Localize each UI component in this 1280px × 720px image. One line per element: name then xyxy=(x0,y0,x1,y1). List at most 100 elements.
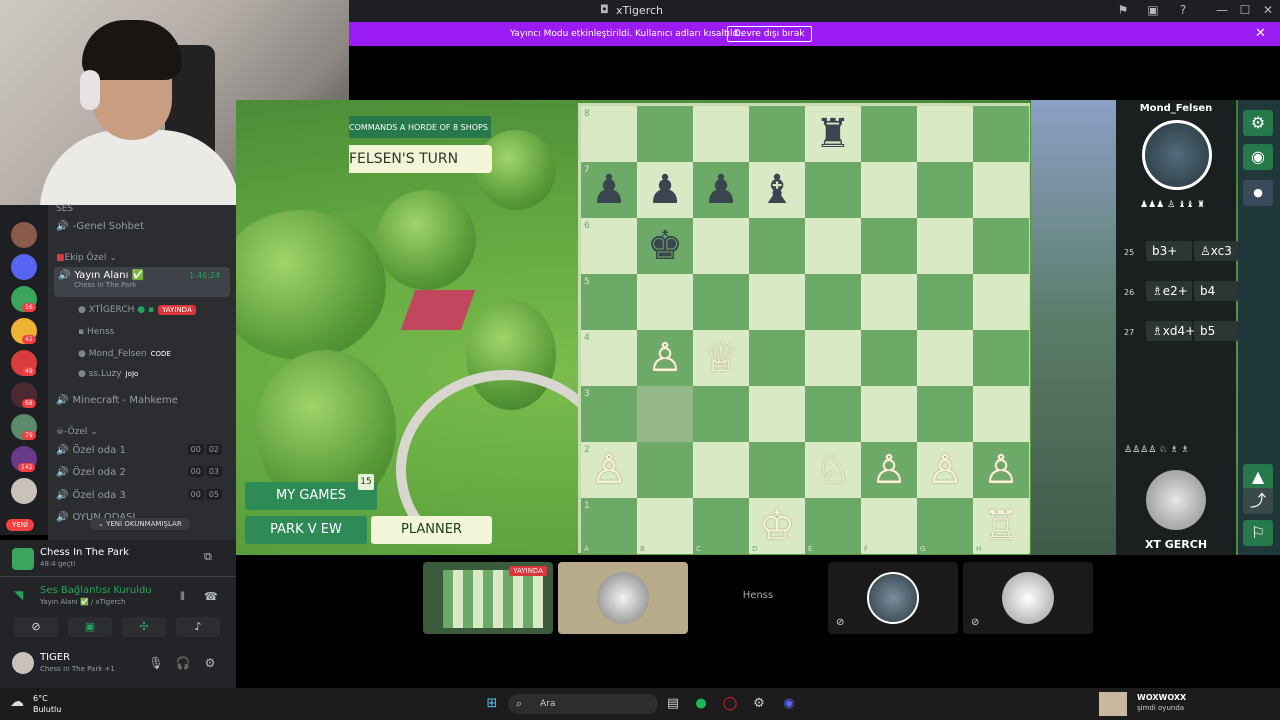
minimize-icon[interactable]: — xyxy=(1214,3,1230,19)
square-a6[interactable]: 6 xyxy=(581,218,637,274)
player-avatar[interactable] xyxy=(1146,470,1206,530)
voice-channel-yayin[interactable]: 🔊 Yayın Alanı ✅ 1:46:24 Chess In The Park xyxy=(54,267,230,297)
white-piece[interactable]: ♙ xyxy=(917,442,973,498)
server-icon[interactable] xyxy=(11,222,37,248)
square-d6[interactable] xyxy=(749,218,805,274)
microphone-icon[interactable]: 🎙 xyxy=(148,656,164,670)
avatar[interactable] xyxy=(12,652,34,674)
white-piece[interactable]: ♕ xyxy=(693,330,749,386)
square-f2[interactable]: ♙ xyxy=(861,442,917,498)
black-move[interactable]: b5 xyxy=(1194,321,1238,341)
voice-member[interactable]: ▪ Henss xyxy=(78,327,114,337)
spectator-avatar-icon[interactable]: ● xyxy=(1243,180,1273,206)
help-icon[interactable]: ? xyxy=(1175,3,1191,19)
square-d7[interactable]: ♝ xyxy=(749,162,805,218)
opera-icon[interactable]: ◯ xyxy=(721,695,739,713)
headphones-icon[interactable]: 🎧 xyxy=(175,656,191,670)
settings-gear-icon[interactable]: ⚙ xyxy=(1243,110,1273,136)
black-move[interactable]: b4 xyxy=(1194,281,1238,301)
discord-icon[interactable]: ◉ xyxy=(780,695,798,713)
category-ekip[interactable]: ■Ekip Özel ⌄ xyxy=(56,253,117,263)
white-piece[interactable]: ♙ xyxy=(637,330,693,386)
square-e1[interactable]: E xyxy=(805,498,861,554)
maximize-icon[interactable]: ☐ xyxy=(1237,3,1253,19)
share-icon[interactable]: ⤴ xyxy=(1243,488,1273,514)
square-c4[interactable]: ♕ xyxy=(693,330,749,386)
square-g2[interactable]: ♙ xyxy=(917,442,973,498)
square-a3[interactable]: 3 xyxy=(581,386,637,442)
weather-temp[interactable]: 6°C xyxy=(33,694,48,703)
chess-board[interactable]: 8 ♜ 7 ♟ ♟ ♟ ♝ 6 ♚ 5 4 ♙ ♕ 3 2 ♙ ♘ ♙ ♙ ♙ 1 A B C D ♔ E F G H ♖ xyxy=(578,103,1030,554)
white-piece[interactable]: ♙ xyxy=(973,442,1029,498)
participant-tile[interactable]: ⊘ xyxy=(963,562,1093,634)
square-h4[interactable] xyxy=(973,330,1029,386)
new-indicator[interactable]: YENİ xyxy=(6,519,34,531)
square-f5[interactable] xyxy=(861,274,917,330)
inbox-icon[interactable]: ▣ xyxy=(1145,3,1161,19)
square-g7[interactable] xyxy=(917,162,973,218)
eye-icon[interactable]: ◉ xyxy=(1243,144,1273,170)
inbox-flag-icon[interactable]: ⚑ xyxy=(1115,3,1131,19)
black-piece[interactable]: ♟ xyxy=(693,162,749,218)
square-g1[interactable]: G xyxy=(917,498,973,554)
square-c1[interactable]: C xyxy=(693,498,749,554)
square-c7[interactable]: ♟ xyxy=(693,162,749,218)
square-a7[interactable]: 7 ♟ xyxy=(581,162,637,218)
square-f3[interactable] xyxy=(861,386,917,442)
square-h8[interactable] xyxy=(973,106,1029,162)
square-a8[interactable]: 8 xyxy=(581,106,637,162)
square-b8[interactable] xyxy=(637,106,693,162)
opponent-avatar[interactable] xyxy=(1142,120,1212,190)
white-move[interactable]: b3+ xyxy=(1146,241,1192,261)
square-d5[interactable] xyxy=(749,274,805,330)
square-f6[interactable] xyxy=(861,218,917,274)
disconnect-icon[interactable]: ☎ xyxy=(204,590,218,603)
voice-channel-ozel-3[interactable]: 🔊 Özel oda 3 00 05 xyxy=(56,489,232,501)
black-move[interactable]: ♙xc3 xyxy=(1194,241,1238,261)
participant-tile[interactable]: Henss xyxy=(693,562,823,634)
square-h6[interactable] xyxy=(973,218,1029,274)
close-window-icon[interactable]: ✕ xyxy=(1260,3,1276,19)
white-piece[interactable]: ♔ xyxy=(749,498,805,554)
voice-channel-genel[interactable]: 🔊 -Genel Sohbet xyxy=(56,221,144,232)
square-d1[interactable]: D ♔ xyxy=(749,498,805,554)
square-b2[interactable] xyxy=(637,442,693,498)
square-e8[interactable]: ♜ xyxy=(805,106,861,162)
square-c3[interactable] xyxy=(693,386,749,442)
square-a4[interactable]: 4 xyxy=(581,330,637,386)
square-d2[interactable] xyxy=(749,442,805,498)
square-g5[interactable] xyxy=(917,274,973,330)
screen-share-button[interactable]: ▣ xyxy=(68,617,112,637)
square-a2[interactable]: 2 ♙ xyxy=(581,442,637,498)
notification-title[interactable]: WOXWOXX xyxy=(1137,693,1186,702)
square-c8[interactable] xyxy=(693,106,749,162)
square-a1[interactable]: 1A xyxy=(581,498,637,554)
new-messages-pill[interactable]: ⌄ YENİ OKUNMAMIŞLAR xyxy=(90,518,190,530)
voice-channel-ozel-1[interactable]: 🔊 Özel oda 1 00 02 xyxy=(56,444,232,456)
stream-thumbnail[interactable]: YAYINDA xyxy=(423,562,553,634)
soundboard-button[interactable]: ♪ xyxy=(176,617,220,637)
square-c2[interactable] xyxy=(693,442,749,498)
square-c5[interactable] xyxy=(693,274,749,330)
square-h3[interactable] xyxy=(973,386,1029,442)
square-d3[interactable] xyxy=(749,386,805,442)
square-d4[interactable] xyxy=(749,330,805,386)
square-f1[interactable]: F xyxy=(861,498,917,554)
voice-channel-minecraft[interactable]: 🔊 Minecraft - Mahkeme xyxy=(56,395,178,406)
square-e4[interactable] xyxy=(805,330,861,386)
white-move[interactable]: ♗e2+ xyxy=(1146,281,1192,301)
taskbar-search[interactable]: Ara xyxy=(508,694,658,714)
square-f4[interactable] xyxy=(861,330,917,386)
square-b5[interactable] xyxy=(637,274,693,330)
square-h7[interactable] xyxy=(973,162,1029,218)
square-c6[interactable] xyxy=(693,218,749,274)
gear-icon[interactable]: ⚙ xyxy=(202,656,218,670)
voice-channel-ozel-2[interactable]: 🔊 Özel oda 2 00 03 xyxy=(56,466,232,478)
voice-member[interactable]: ● XTİGERCH ● ▪ YAYINDA xyxy=(78,305,196,315)
park-view-button[interactable]: PARK V EW xyxy=(245,516,367,544)
white-piece[interactable]: ♖ xyxy=(973,498,1029,554)
server-icon[interactable] xyxy=(11,254,37,280)
participant-tile[interactable]: ⊘ xyxy=(828,562,958,634)
camera-button[interactable]: ⊘ xyxy=(14,617,58,637)
white-piece[interactable]: ♙ xyxy=(861,442,917,498)
